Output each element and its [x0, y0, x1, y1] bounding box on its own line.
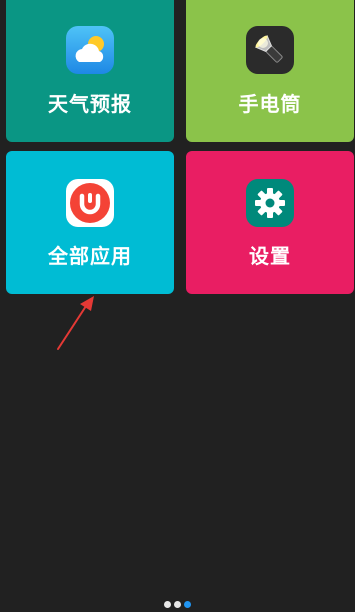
page-indicator	[0, 601, 355, 609]
flashlight-icon	[246, 26, 294, 74]
page-dot	[174, 601, 181, 608]
page-dot	[164, 601, 171, 608]
all-apps-tile[interactable]: 全部应用	[6, 151, 174, 294]
all-apps-label: 全部应用	[48, 244, 132, 268]
gear-icon	[246, 179, 294, 227]
all-apps-icon	[66, 179, 114, 227]
flashlight-tile[interactable]: 手电筒	[186, 0, 354, 142]
settings-label: 设置	[249, 244, 291, 268]
weather-tile[interactable]: 天气预报	[6, 0, 174, 142]
page-dot-active	[184, 601, 191, 608]
weather-icon	[66, 26, 114, 74]
settings-tile[interactable]: 设置	[186, 151, 354, 294]
flashlight-label: 手电筒	[238, 92, 302, 116]
weather-label: 天气预报	[48, 92, 132, 116]
